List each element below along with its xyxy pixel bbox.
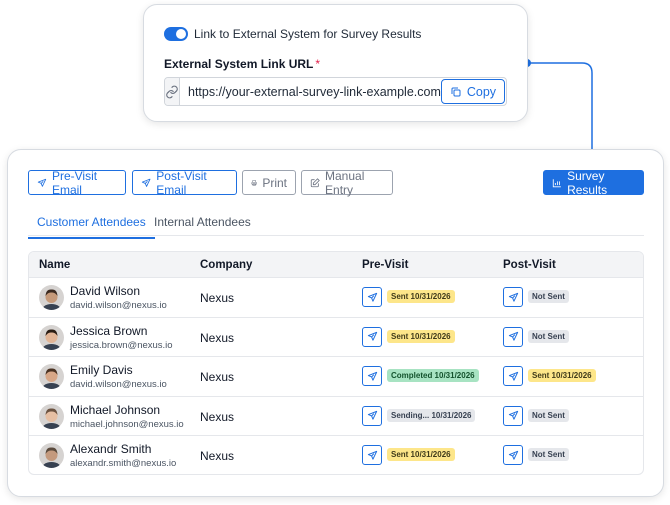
pre-visit-email-label: Pre-Visit Email [51,168,98,197]
attendee-email: jessica.brown@nexus.io [70,339,173,351]
post-visit-status-badge: Not Sent [528,448,569,462]
attendee-name: Emily Davis [70,363,133,378]
survey-results-label: Survey Results [567,168,608,197]
table-row: Jessica Brown jessica.brown@nexus.io Nexus… [29,318,643,358]
attendee-tabs: Customer Attendees Internal Attendees [28,210,644,239]
toggle-label: Link to External System for Survey Resul… [194,27,422,41]
pre-visit-status-badge: Sending... 10/31/2026 [387,408,476,422]
post-visit-status-badge: Not Sent [528,408,569,422]
send-post-visit-button[interactable] [503,287,523,307]
attendee-name: David Wilson [70,284,141,298]
attendees-card: Pre-Visit Email Post-Visit Email Print M… [7,149,664,497]
avatar [39,443,64,469]
post-visit-status-badge: Sent 10/31/2026 [528,369,596,383]
attendee-email: alexandr.smith@nexus.io [70,458,177,470]
avatar [39,364,64,390]
required-mark: * [315,57,321,71]
pre-visit-status-badge: Sent 10/31/2026 [387,329,455,343]
attendee-email: david.wilson@nexus.io [70,300,167,311]
avatar [39,324,64,350]
attendee-company: Nexus [200,409,235,424]
col-name: Name [39,259,71,271]
manual-entry-label: Manual Entry [325,168,365,197]
post-visit-email-label: Post-Visit Email [156,168,207,197]
survey-results-button[interactable]: Survey Results [543,168,644,197]
table-row: David Wilson david.wilson@nexus.io Nexus Se… [29,278,643,318]
url-field-label: External System Link URL * [164,57,320,71]
tab-internal-attendees[interactable]: Internal Attendees [154,215,251,237]
post-visit-status-badge: Not Sent [528,290,569,303]
attendee-email: michael.johnson@nexus.io [70,418,184,430]
table-row: Emily Davis david.wilson@nexus.io Nexus Com… [29,357,643,397]
url-input[interactable]: https://your-external-survey-link-exampl… [180,85,441,99]
send-post-visit-button[interactable] [503,326,523,347]
pre-visit-status-badge: Completed 10/31/2026 [387,369,479,383]
post-visit-email-button[interactable]: Post-Visit Email [132,168,237,197]
col-post-visit: Post-Visit [503,259,556,271]
table-header: Name Company Pre-Visit Post-Visit [29,252,643,278]
send-icon [367,292,378,303]
external-link-config-card: Link to External System for Survey Resul… [143,4,528,122]
send-icon [367,371,378,382]
external-link-toggle-row[interactable]: Link to External System for Survey Resul… [164,27,421,41]
attendee-company: Nexus [200,449,235,464]
avatar [39,403,64,429]
print-label: Print [262,175,287,190]
edit-icon [310,177,320,187]
attendee-company: Nexus [200,370,235,385]
send-icon [367,410,378,421]
send-pre-visit-button[interactable] [362,287,382,307]
printer-icon [251,179,257,186]
avatar [39,285,64,310]
table-row: Michael Johnson michael.johnson@nexus.io N… [29,397,643,437]
send-icon [508,410,519,421]
send-icon [141,178,151,187]
col-pre-visit: Pre-Visit [362,259,409,271]
tab-customer-attendees[interactable]: Customer Attendees [28,215,155,239]
send-icon [508,371,519,382]
send-icon [508,331,519,342]
send-post-visit-button[interactable] [503,366,523,387]
send-icon [367,450,378,461]
send-pre-visit-button[interactable] [362,326,382,347]
print-button[interactable]: Print [242,170,296,195]
send-icon [508,450,519,461]
copy-label: Copy [466,84,497,99]
link-icon [165,78,180,105]
col-company: Company [200,259,253,271]
send-pre-visit-button[interactable] [362,366,382,387]
attendee-name: Michael Johnson [70,402,161,417]
send-post-visit-button[interactable] [503,445,523,466]
pre-visit-status-badge: Sent 10/31/2026 [387,448,455,462]
send-post-visit-button[interactable] [503,405,523,426]
attendee-name: Alexandr Smith [70,442,152,457]
table-body: David Wilson david.wilson@nexus.io Nexus Se… [29,278,643,474]
post-visit-status-badge: Not Sent [528,329,569,343]
copy-icon [451,87,461,96]
bar-chart-icon [552,178,561,187]
attendee-email: david.wilson@nexus.io [70,379,167,391]
attendee-company: Nexus [200,291,235,305]
attendee-name: Jessica Brown [70,323,148,338]
manual-entry-button[interactable]: Manual Entry [301,168,393,197]
send-pre-visit-button[interactable] [362,445,382,466]
pre-visit-email-button[interactable]: Pre-Visit Email [28,168,126,197]
copy-button[interactable]: Copy [440,79,506,104]
url-field: https://your-external-survey-link-exampl… [164,77,507,106]
send-icon [37,178,47,187]
send-pre-visit-button[interactable] [362,405,382,426]
send-icon [367,331,378,342]
table-row: Alexandr Smith alexandr.smith@nexus.io Nex… [29,436,643,474]
pre-visit-status-badge: Sent 10/31/2026 [387,290,455,303]
attendees-table: Name Company Pre-Visit Post-Visit David … [28,251,644,475]
external-link-toggle[interactable] [164,27,188,41]
url-label-text: External System Link URL [164,57,314,71]
send-icon [508,292,519,303]
attendee-company: Nexus [200,330,235,345]
